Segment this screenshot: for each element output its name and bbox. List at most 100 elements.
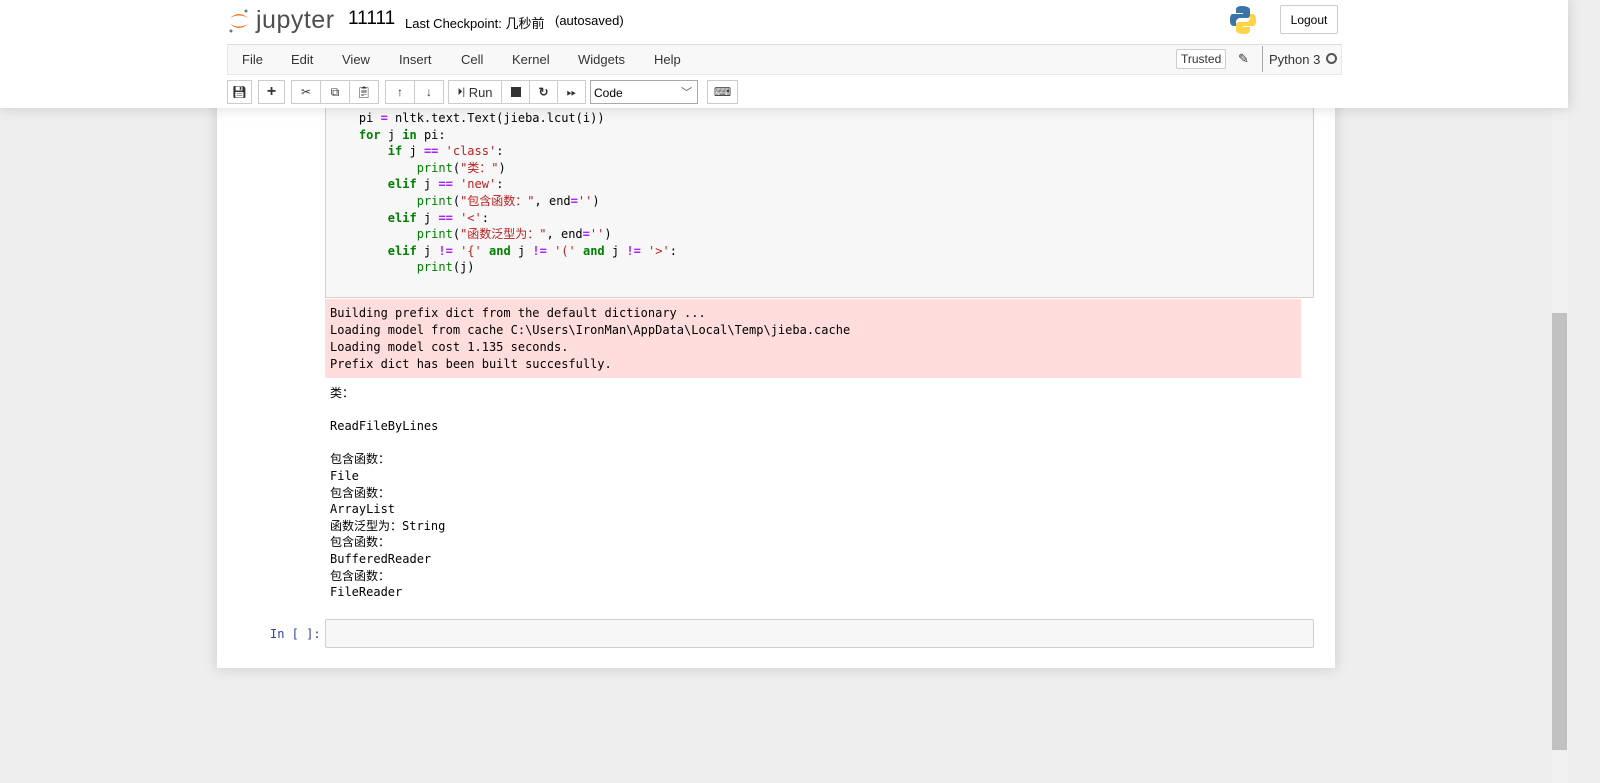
paste-icon: 📋︎ <box>356 85 372 99</box>
stop-icon <box>510 87 521 97</box>
code-token: j <box>380 127 403 142</box>
restart-run-all-button[interactable]: ⏩︎ <box>557 80 586 104</box>
code-token: 'new' <box>460 177 497 192</box>
code-token: = <box>570 193 578 208</box>
notebook-name[interactable]: 11111 <box>348 8 395 30</box>
jupyter-logo-icon <box>229 9 248 32</box>
insert-cell-button[interactable]: + <box>258 80 285 104</box>
stdout-line: 包含函数： <box>330 568 391 583</box>
save-icon: 💾︎ <box>231 85 248 99</box>
menu-cell[interactable]: Cell <box>461 52 483 67</box>
code-token: print <box>416 227 453 242</box>
fast-forward-icon: ⏩︎ <box>566 84 577 99</box>
menu-kernel[interactable]: Kernel <box>512 52 550 67</box>
code-token: j <box>416 177 439 192</box>
cell-type-select[interactable]: Code ﹀ <box>590 80 698 104</box>
menu-view[interactable]: View <box>342 52 370 67</box>
code-token: ( <box>452 227 461 242</box>
code-token: != <box>626 243 641 258</box>
code-token: '' <box>577 193 593 208</box>
header: jupyter 11111 Last Checkpoint: 几秒前 (auto… <box>0 0 1568 108</box>
move-up-button[interactable]: ↑ <box>385 80 415 104</box>
stdout-line: 类： <box>330 386 355 400</box>
stderr-line: Prefix dict has been built succesfully. <box>330 357 612 371</box>
code-token: "类：" <box>460 160 499 175</box>
code-editor[interactable]: pi = nltk.text.Text(jieba.lcut(i)) for j… <box>330 110 677 276</box>
menu-insert[interactable]: Insert <box>399 52 432 67</box>
kernel-idle-icon <box>1326 53 1337 64</box>
menu-help[interactable]: Help <box>654 52 681 67</box>
code-token: j <box>416 210 439 225</box>
code-token: 'class' <box>445 144 497 159</box>
copy-button[interactable]: ⧉ <box>320 80 350 104</box>
stdout-line: ArrayList <box>330 502 396 517</box>
arrow-up-icon: ↑ <box>397 85 403 99</box>
code-token: , end <box>534 193 571 208</box>
stdout-line <box>330 402 445 419</box>
command-palette-button[interactable]: ⌨ <box>707 80 738 104</box>
code-token: == <box>423 144 439 159</box>
scrollbar-thumb[interactable] <box>1552 313 1567 750</box>
menu-file[interactable]: File <box>242 52 263 67</box>
restart-button[interactable]: ↻ <box>529 80 558 104</box>
code-token: ) <box>604 227 612 242</box>
menu-edit[interactable]: Edit <box>291 52 313 67</box>
pencil-icon[interactable]: ✎ <box>1238 51 1249 67</box>
code-line: print("类：") <box>330 160 677 177</box>
save-button[interactable]: 💾︎ <box>227 80 252 104</box>
code-token: pi <box>330 111 381 125</box>
code-token: = <box>582 227 590 242</box>
code-token: and <box>489 243 511 258</box>
stderr-output: Building prefix dict from the default di… <box>325 299 1301 378</box>
run-button[interactable]: ⏵︎| Run <box>448 80 502 104</box>
stdout-line: ReadFileByLines <box>330 419 439 434</box>
code-token: != <box>438 243 453 258</box>
code-line: elif j != '{' and j != '(' and j != '>': <box>330 243 677 260</box>
code-token: == <box>438 177 453 192</box>
keyboard-icon: ⌨ <box>713 85 732 99</box>
cell-prompt: In [ ]: <box>270 627 321 641</box>
code-line: elif j == 'new': <box>330 176 677 193</box>
code-line: print("函数泛型为：", end='') <box>330 226 677 243</box>
menu-widgets[interactable]: Widgets <box>578 52 625 67</box>
paste-button[interactable]: 📋︎ <box>349 80 379 104</box>
code-token: '(' <box>554 243 576 258</box>
code-token: '' <box>589 227 605 242</box>
code-token: "函数泛型为：" <box>460 227 547 242</box>
code-token: ) <box>498 160 506 175</box>
stderr-line: Loading model from cache C:\Users\IronMa… <box>330 323 851 337</box>
code-token: elif <box>387 243 417 258</box>
cut-button[interactable]: ✂ <box>291 80 321 104</box>
logout-button[interactable]: Logout <box>1280 5 1338 34</box>
stderr-line: Building prefix dict from the default di… <box>330 306 706 320</box>
code-token: : <box>669 243 677 258</box>
stdout-line: FileReader <box>330 585 403 600</box>
code-token: in <box>402 127 417 142</box>
empty-code-cell[interactable] <box>325 619 1314 648</box>
code-line: if j == 'class': <box>330 143 677 160</box>
stdout-line: BufferedReader <box>330 551 432 566</box>
code-line: print(j) <box>330 259 677 276</box>
arrow-down-icon: ↓ <box>426 85 432 99</box>
stdout-line: 函数泛型为：String <box>330 518 446 533</box>
stderr-line: Loading model cost 1.135 seconds. <box>330 340 569 354</box>
trusted-badge[interactable]: Trusted <box>1176 49 1227 69</box>
code-token: : <box>496 177 504 192</box>
move-down-button[interactable]: ↓ <box>414 80 444 104</box>
code-token: ( <box>452 160 461 175</box>
interrupt-button[interactable] <box>501 80 530 104</box>
jupyter-logo[interactable]: jupyter <box>228 6 335 35</box>
stdout-line: 包含函数： <box>330 535 391 550</box>
code-token: and <box>582 243 605 258</box>
